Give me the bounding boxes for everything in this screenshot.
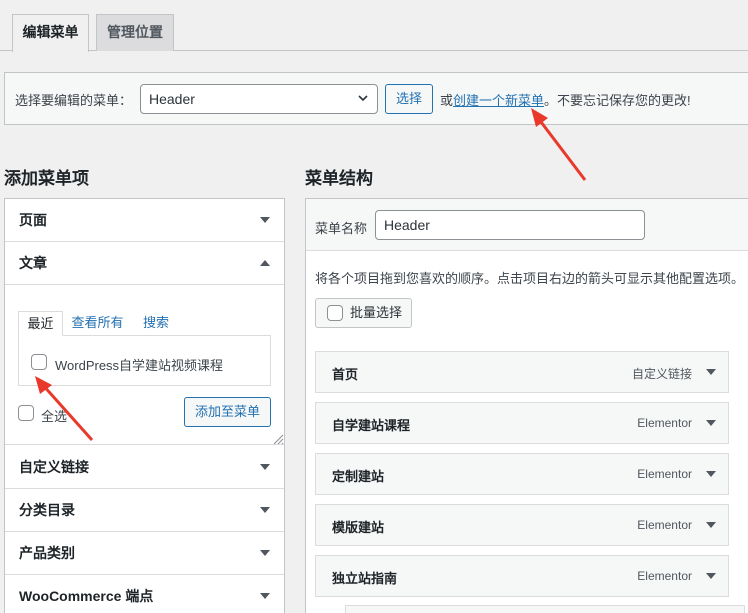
accordion-label: 文章 xyxy=(19,255,47,271)
menu-name-input[interactable]: Header xyxy=(375,210,645,240)
caret-down-icon xyxy=(260,593,270,599)
menu-item-type: 自定义链接 xyxy=(631,367,692,381)
caret-down-icon xyxy=(260,217,270,223)
menu-item[interactable]: 自学建站课程 Elementor xyxy=(315,402,729,444)
caret-down-icon[interactable] xyxy=(706,368,716,376)
caret-down-icon xyxy=(260,507,270,513)
hint-suffix: 。不要忘记保存您的更改! xyxy=(544,93,691,108)
create-menu-hint: 或创建一个新菜单。不要忘记保存您的更改! xyxy=(440,90,691,109)
bulk-select-checkbox[interactable] xyxy=(327,305,343,321)
accordion-posts[interactable]: 文章 xyxy=(5,242,284,285)
add-to-menu-button[interactable]: 添加至菜单 xyxy=(184,397,271,427)
post-item-label: WordPress自学建站视频课程 xyxy=(55,358,224,373)
bulk-select-button[interactable]: 批量选择 xyxy=(315,298,412,328)
tab-edit-menus[interactable]: 编辑菜单 xyxy=(12,14,89,52)
menu-item-type: Elementor xyxy=(637,467,692,481)
tab-manage-locations[interactable]: 管理位置 xyxy=(96,14,174,51)
menu-item-title: 模版建站 xyxy=(332,520,385,535)
accordion-product-categories[interactable]: 产品类别 xyxy=(5,532,284,575)
annotation-arrow-line xyxy=(536,117,587,181)
menu-select-value: Header xyxy=(149,91,195,107)
caret-down-icon[interactable] xyxy=(706,521,716,529)
menu-item-title: 自学建站课程 xyxy=(332,418,411,433)
add-menu-items-heading: 添加菜单项 xyxy=(4,169,89,188)
accordion-pages[interactable]: 页面 xyxy=(5,199,284,242)
accordion-label: 自定义链接 xyxy=(19,459,89,475)
bulk-select-label: 批量选择 xyxy=(350,305,403,320)
menu-item-type: Elementor xyxy=(637,569,692,583)
caret-down-icon[interactable] xyxy=(706,470,716,478)
accordion-label: 分类目录 xyxy=(19,502,75,518)
menu-item[interactable]: 模版建站 Elementor xyxy=(315,504,729,546)
post-checkbox[interactable] xyxy=(31,354,47,370)
menu-item-type: Elementor xyxy=(637,518,692,532)
caret-down-icon xyxy=(260,464,270,470)
create-new-menu-link[interactable]: 创建一个新菜单 xyxy=(453,93,544,108)
caret-down-icon[interactable] xyxy=(706,419,716,427)
tab-view-all[interactable]: 查看所有 xyxy=(66,311,129,336)
menu-structure-heading: 菜单结构 xyxy=(305,169,373,188)
accordion-custom-links[interactable]: 自定义链接 xyxy=(5,446,284,489)
accordion-categories[interactable]: 分类目录 xyxy=(5,489,284,532)
menu-item-title: 定制建站 xyxy=(332,469,385,484)
menu-item[interactable]: 首页 自定义链接 xyxy=(315,351,729,393)
caret-down-icon xyxy=(260,550,270,556)
accordion-label: 页面 xyxy=(19,212,47,228)
menu-item[interactable]: 定制建站 Elementor xyxy=(315,453,729,495)
tab-most-recent[interactable]: 最近 xyxy=(18,311,63,336)
caret-down-icon[interactable] xyxy=(706,572,716,580)
chevron-down-icon xyxy=(358,95,368,102)
accordion-woocommerce-endpoints[interactable]: WooCommerce 端点 xyxy=(5,575,284,613)
accordion-label: WooCommerce 端点 xyxy=(19,588,154,604)
tab-search[interactable]: 搜索 xyxy=(136,311,176,336)
caret-up-icon xyxy=(260,260,270,266)
menu-item-title: 首页 xyxy=(332,367,359,382)
resize-grip-icon[interactable] xyxy=(271,432,284,445)
menu-item-type: Elementor xyxy=(637,416,692,430)
select-menu-button[interactable]: 选择 xyxy=(385,84,433,114)
menu-name-label: 菜单名称 xyxy=(315,221,368,236)
menu-select[interactable]: Header xyxy=(140,84,378,114)
drag-instructions: 将各个项目拖到您喜欢的顺序。点击项目右边的箭头可显示其他配置选项。 xyxy=(315,271,745,286)
select-all-label: 全选 xyxy=(41,409,68,424)
select-all-checkbox[interactable] xyxy=(18,405,34,421)
menu-item[interactable]: 独立站指南 Elementor xyxy=(315,555,729,597)
accordion-label: 产品类别 xyxy=(19,545,75,561)
menu-sub-item[interactable] xyxy=(345,605,745,613)
select-menu-label: 选择要编辑的菜单： xyxy=(15,93,133,108)
hint-prefix: 或 xyxy=(440,93,454,108)
menu-item-title: 独立站指南 xyxy=(332,571,398,586)
